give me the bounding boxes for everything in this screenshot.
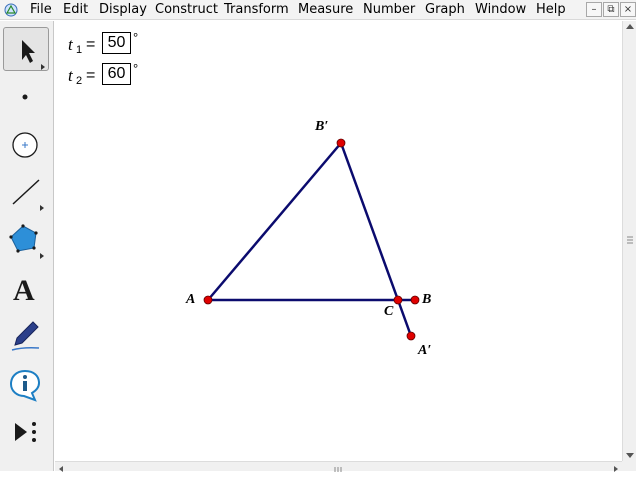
menu-number[interactable]: Number bbox=[363, 2, 415, 18]
point-a-prime[interactable] bbox=[406, 331, 416, 341]
selection-arrow-tool[interactable] bbox=[3, 27, 49, 71]
parameter-name: t bbox=[68, 66, 73, 85]
segment-c-a-prime[interactable] bbox=[396, 299, 413, 337]
compass-tool[interactable] bbox=[3, 123, 49, 167]
compass-icon bbox=[12, 132, 38, 158]
menu-display[interactable]: Display bbox=[99, 2, 147, 18]
scroll-grip-icon bbox=[59, 466, 618, 472]
minimize-button[interactable]: – bbox=[586, 2, 602, 17]
menu-help[interactable]: Help bbox=[536, 2, 566, 18]
selection-arrow-icon bbox=[22, 40, 45, 70]
scrollbar-corner bbox=[622, 461, 636, 471]
parameter-subscript: 1 bbox=[76, 44, 83, 56]
polygon-tool[interactable] bbox=[3, 219, 49, 263]
vertical-scrollbar[interactable] bbox=[622, 21, 636, 461]
custom-tools-icon bbox=[15, 422, 36, 442]
point-b-prime[interactable] bbox=[336, 138, 346, 148]
scroll-arrows-icon bbox=[626, 24, 634, 458]
equals-sign: = bbox=[86, 67, 96, 84]
text-tool[interactable]: A bbox=[3, 267, 49, 311]
segment-b-prime-c[interactable] bbox=[339, 142, 400, 301]
straightedge-icon bbox=[12, 179, 44, 211]
point-c[interactable] bbox=[393, 295, 403, 305]
menu-measure[interactable]: Measure bbox=[298, 2, 353, 18]
sketch-canvas[interactable] bbox=[55, 21, 622, 461]
menu-construct[interactable]: Construct bbox=[155, 2, 218, 18]
equals-sign: = bbox=[86, 36, 96, 53]
custom-tools-tool[interactable] bbox=[3, 411, 49, 455]
label-a[interactable]: A bbox=[186, 292, 195, 308]
parameter-value-box[interactable]: 50 bbox=[102, 32, 131, 54]
parameter-name: t bbox=[68, 35, 73, 54]
marker-tool[interactable] bbox=[3, 315, 49, 359]
polygon-icon bbox=[9, 224, 44, 259]
parameter-value-box[interactable]: 60 bbox=[102, 63, 131, 85]
point-icon bbox=[22, 94, 28, 100]
text-icon: A bbox=[13, 274, 35, 307]
label-b[interactable]: B bbox=[422, 292, 431, 308]
point-tool[interactable] bbox=[3, 75, 49, 119]
menu-transform[interactable]: Transform bbox=[224, 2, 289, 18]
marker-icon bbox=[11, 321, 40, 351]
menu-edit[interactable]: Edit bbox=[63, 2, 88, 18]
close-button[interactable]: × bbox=[620, 2, 636, 17]
point-a[interactable] bbox=[203, 295, 213, 305]
menu-bar: File Edit Display Construct Transform Me… bbox=[0, 0, 636, 20]
degree-unit: ° bbox=[133, 30, 139, 45]
information-tool[interactable] bbox=[3, 363, 49, 407]
label-c[interactable]: C bbox=[384, 304, 393, 320]
menu-file[interactable]: File bbox=[30, 2, 52, 18]
toolbox: A bbox=[0, 21, 54, 471]
restore-button[interactable]: ⧉ bbox=[603, 2, 619, 17]
app-icon[interactable] bbox=[4, 3, 18, 17]
label-b-prime[interactable]: B′ bbox=[315, 119, 328, 135]
parameter-subscript: 2 bbox=[76, 75, 83, 87]
point-b[interactable] bbox=[410, 295, 420, 305]
straightedge-tool[interactable] bbox=[3, 171, 49, 215]
label-a-prime[interactable]: A′ bbox=[418, 343, 431, 359]
degree-unit: ° bbox=[133, 61, 139, 76]
information-icon bbox=[9, 369, 41, 402]
horizontal-scrollbar[interactable] bbox=[55, 461, 622, 472]
menu-graph[interactable]: Graph bbox=[425, 2, 465, 18]
menu-window[interactable]: Window bbox=[475, 2, 526, 18]
segment-a-b-prime[interactable] bbox=[207, 142, 342, 301]
svg-text:A: A bbox=[13, 274, 35, 307]
